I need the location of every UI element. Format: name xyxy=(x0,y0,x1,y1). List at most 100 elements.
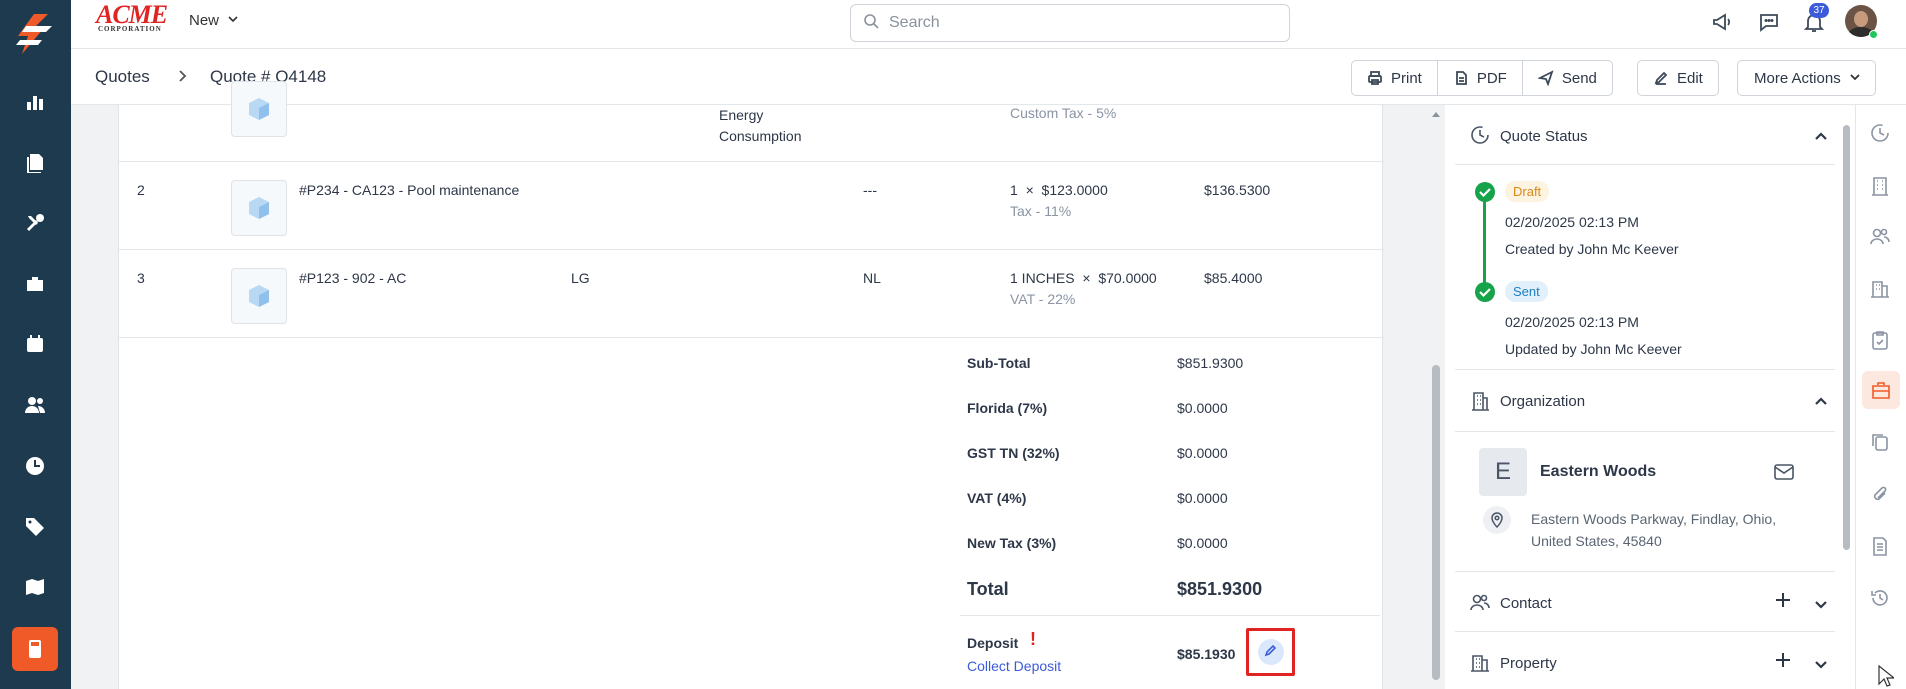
organization-name-link[interactable]: Eastern Woods xyxy=(1540,463,1656,481)
organization-header[interactable]: Organization xyxy=(1455,370,1835,432)
item-brand: LG xyxy=(571,270,590,286)
divider xyxy=(960,615,1380,616)
item-tax: Custom Tax - 5% xyxy=(1010,105,1117,121)
page-header-bar: Quotes Quote # Q4148 Print PDF Send Edit… xyxy=(71,49,1906,105)
item-quantity-rate: 1 × $123.0000 xyxy=(1010,182,1108,198)
table-row: 2 #P234 - CA123 - Pool maintenance --- 1… xyxy=(119,162,1384,250)
more-actions-button[interactable]: More Actions xyxy=(1737,60,1876,96)
reports-icon[interactable] xyxy=(21,88,49,116)
tax-label: Florida (7%) xyxy=(967,400,1048,416)
time-tracking-icon[interactable] xyxy=(21,452,49,480)
right-sidebar-panel: Quote Status Draft 02/20/2025 02:13 PM C… xyxy=(1445,105,1855,689)
mouse-cursor-icon xyxy=(1878,664,1896,689)
documents-icon[interactable] xyxy=(21,148,49,176)
online-status-dot xyxy=(1869,30,1878,39)
calendar-icon[interactable] xyxy=(21,330,49,358)
edit-deposit-button[interactable] xyxy=(1257,639,1284,665)
copy-documents-icon[interactable] xyxy=(1869,431,1893,455)
property-title: Property xyxy=(1500,655,1557,672)
organization-avatar: E xyxy=(1479,448,1527,496)
property-header[interactable]: Property xyxy=(1455,632,1835,689)
tax-value: $0.0000 xyxy=(1177,535,1228,551)
search-box[interactable] xyxy=(850,4,1290,42)
add-property-plus-icon[interactable] xyxy=(1773,650,1793,675)
contact-header[interactable]: Contact xyxy=(1455,572,1835,632)
item-number: 2 xyxy=(137,182,145,198)
right-panel-scrollbar[interactable] xyxy=(1843,125,1850,550)
breadcrumb-quotes-link[interactable]: Quotes xyxy=(95,67,150,87)
product-image-icon xyxy=(231,180,287,236)
item-tax: Tax - 11% xyxy=(1010,203,1072,219)
search-input[interactable] xyxy=(889,14,1269,32)
notes-document-icon[interactable] xyxy=(1869,535,1893,559)
chat-icon[interactable] xyxy=(1757,10,1783,36)
collapse-chevron-up-icon[interactable] xyxy=(1813,393,1829,409)
app-logo-icon[interactable] xyxy=(12,12,58,56)
tax-value: $0.0000 xyxy=(1177,490,1228,506)
item-location: NL xyxy=(863,270,881,286)
property-building-icon[interactable] xyxy=(1869,277,1893,301)
status-badge-sent: Sent xyxy=(1505,281,1548,302)
item-tax: VAT - 22% xyxy=(1010,291,1076,307)
item-location: --- xyxy=(863,182,877,198)
item-name-link[interactable]: #P234 - CA123 - Pool maintenance xyxy=(299,182,519,198)
product-image-icon xyxy=(231,268,287,324)
tools-icon[interactable] xyxy=(21,209,49,237)
deposit-alert-icon: ! xyxy=(1030,629,1036,649)
details-scrollbar[interactable] xyxy=(1431,110,1440,680)
location-pin-icon xyxy=(1483,506,1511,534)
file-icon xyxy=(1453,70,1469,86)
tax-label: GST TN (32%) xyxy=(967,445,1060,461)
status-date: 02/20/2025 02:13 PM xyxy=(1505,214,1639,230)
item-amount: $136.5300 xyxy=(1204,182,1271,198)
new-menu-button[interactable]: New xyxy=(189,12,239,29)
collapse-chevron-up-icon[interactable] xyxy=(1813,128,1829,144)
top-bar: ACMECORPORATION New 37 xyxy=(71,0,1906,49)
tax-value: $0.0000 xyxy=(1177,445,1228,461)
send-button[interactable]: Send xyxy=(1523,61,1612,95)
building-icon xyxy=(1469,390,1491,412)
subtotal-label: Sub-Total xyxy=(967,355,1031,371)
total-label: Total xyxy=(967,579,1009,599)
collect-deposit-link[interactable]: Collect Deposit xyxy=(967,658,1061,674)
search-icon xyxy=(863,13,879,34)
brand-logo[interactable]: ACME CORPORATION xyxy=(96,2,168,33)
left-navigation xyxy=(0,0,71,689)
edit-button[interactable]: Edit xyxy=(1637,60,1719,96)
check-circle-icon xyxy=(1474,181,1496,208)
contact-title: Contact xyxy=(1500,595,1552,612)
tax-label: VAT (4%) xyxy=(967,490,1027,506)
activity-history-icon[interactable] xyxy=(1869,587,1893,611)
print-button[interactable]: Print xyxy=(1352,61,1438,95)
quotes-calculator-icon[interactable] xyxy=(12,627,58,671)
map-icon[interactable] xyxy=(21,573,49,601)
table-row: 3 #P123 - 902 - AC LG NL 1 INCHES × $70.… xyxy=(119,250,1384,338)
expand-chevron-down-icon[interactable] xyxy=(1813,657,1829,673)
status-date: 02/20/2025 02:13 PM xyxy=(1505,314,1639,330)
expand-chevron-down-icon[interactable] xyxy=(1813,597,1829,613)
right-icon-rail xyxy=(1855,105,1906,689)
jobs-briefcase-icon[interactable] xyxy=(1862,371,1900,409)
edit-pencil-icon xyxy=(1264,643,1278,662)
announcements-megaphone-icon[interactable] xyxy=(1711,10,1737,36)
status-badge-draft: Draft xyxy=(1505,181,1550,202)
check-circle-icon xyxy=(1474,281,1496,308)
pricing-tag-icon[interactable] xyxy=(21,512,49,540)
subtotal-value: $851.9300 xyxy=(1177,355,1244,371)
quote-status-title: Quote Status xyxy=(1500,128,1588,145)
checklist-clipboard-icon[interactable] xyxy=(1869,329,1893,353)
item-name-link[interactable]: #P123 - 902 - AC xyxy=(299,270,406,286)
output-button-group: Print PDF Send xyxy=(1351,60,1613,96)
table-row: Energy Consumption Custom Tax - 5% xyxy=(119,81,1384,162)
attachment-paperclip-icon[interactable] xyxy=(1869,483,1893,507)
contacts-people-icon[interactable] xyxy=(1869,225,1893,249)
quote-details-panel: Energy Consumption Custom Tax - 5% 2 #P2… xyxy=(118,81,1384,689)
pdf-button[interactable]: PDF xyxy=(1438,61,1523,95)
add-contact-plus-icon[interactable] xyxy=(1773,590,1793,615)
quote-status-header[interactable]: Quote Status xyxy=(1455,105,1835,165)
email-envelope-icon[interactable] xyxy=(1773,462,1795,487)
customers-icon[interactable] xyxy=(21,391,49,419)
jobs-briefcase-icon[interactable] xyxy=(21,270,49,298)
history-clock-icon[interactable] xyxy=(1869,122,1893,146)
building-icon[interactable] xyxy=(1869,175,1893,199)
